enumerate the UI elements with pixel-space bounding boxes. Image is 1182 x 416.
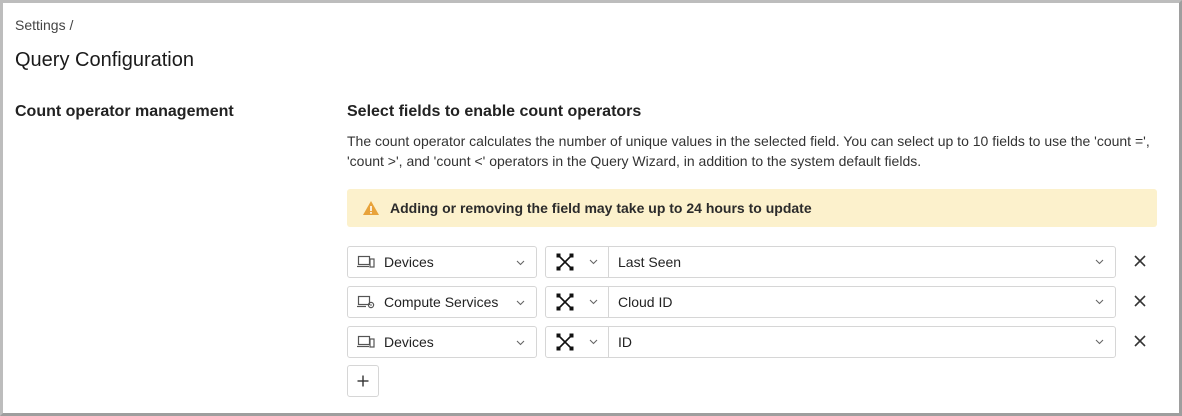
section-label: Count operator management [15,103,234,120]
device-icon [357,335,375,348]
chevron-down-icon [516,340,525,346]
field-select[interactable]: Last Seen [545,246,1116,278]
entity-label: Devices [384,254,434,270]
chevron-down-icon [516,260,525,266]
adapter-select[interactable] [546,327,609,357]
field-label: Last Seen [618,254,682,270]
adapter-select[interactable] [546,247,609,277]
entity-label: Compute Services [384,294,499,310]
chevron-down-icon [589,299,598,305]
aggregated-adapter-icon [556,293,574,311]
description-text: The count operator calculates the number… [347,133,1150,169]
close-icon[interactable] [1133,294,1147,308]
count-operator-section: Select fields to enable count operators … [347,103,1157,171]
warning-text: Adding or removing the field may take up… [390,200,812,216]
chevron-down-icon [1095,339,1104,345]
adapter-select[interactable] [546,287,609,317]
field-label: ID [618,334,632,350]
entity-select[interactable]: Compute Services [347,286,537,318]
subsection-title: Select fields to enable count operators [347,103,642,120]
add-field-button[interactable] [347,365,379,397]
chevron-down-icon [589,339,598,345]
warning-banner: Adding or removing the field may take up… [347,189,1157,227]
field-label: Cloud ID [618,294,673,310]
field-row: Compute Services Cloud ID [347,286,1157,318]
entity-label: Devices [384,334,434,350]
field-select[interactable]: ID [545,326,1116,358]
field-row: Devices ID [347,326,1157,358]
field-row: Devices Last Seen [347,246,1157,278]
plus-icon [357,375,369,387]
entity-select[interactable]: Devices [347,246,537,278]
close-icon[interactable] [1133,254,1147,268]
compute-services-icon [357,295,375,309]
entity-select[interactable]: Devices [347,326,537,358]
breadcrumb[interactable]: Settings / [15,17,73,33]
chevron-down-icon [516,300,525,306]
field-select[interactable]: Cloud ID [545,286,1116,318]
warning-icon [363,201,379,215]
device-icon [357,255,375,268]
page-title: Query Configuration [15,49,194,71]
aggregated-adapter-icon [556,333,574,351]
aggregated-adapter-icon [556,253,574,271]
chevron-down-icon [589,259,598,265]
chevron-down-icon [1095,299,1104,305]
close-icon[interactable] [1133,334,1147,348]
chevron-down-icon [1095,259,1104,265]
